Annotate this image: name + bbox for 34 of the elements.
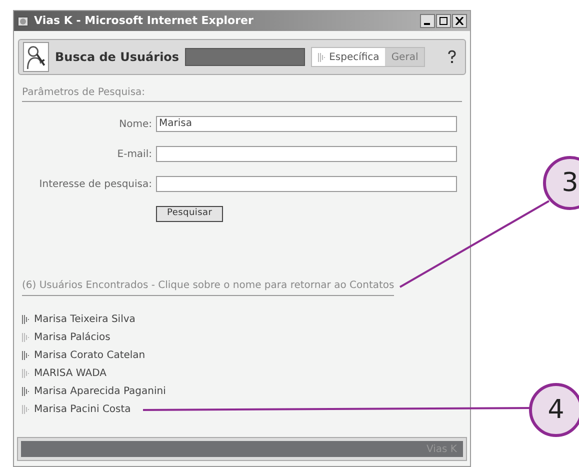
- results-heading: (6) Usuários Encontrados - Clique sobre o nome para retornar ao Contatos: [22, 278, 394, 296]
- bullet-icon: [22, 350, 30, 360]
- page-title: Busca de Usuários: [55, 49, 180, 66]
- close-button[interactable]: [452, 14, 467, 28]
- window-title: Vias K - Microsoft Internet Explorer: [34, 12, 254, 29]
- field-label: E-mail:: [116, 148, 152, 162]
- text-field[interactable]: Marisa: [156, 116, 457, 132]
- close-icon: [455, 17, 464, 25]
- minimize-button[interactable]: [420, 14, 435, 28]
- field-label: Interesse de pesquisa:: [38, 178, 152, 192]
- search-tab[interactable]: Específica: [312, 48, 386, 66]
- user-link[interactable]: Marisa Aparecida Paganini: [34, 384, 166, 399]
- bullet-icon: [22, 368, 30, 378]
- maximize-button[interactable]: [436, 14, 451, 28]
- user-key-icon: [23, 42, 49, 72]
- section-heading: Parâmetros de Pesquisa:: [22, 85, 462, 102]
- maximize-icon: [439, 17, 448, 25]
- user-link[interactable]: Marisa Pacini Costa: [34, 402, 131, 417]
- search-button[interactable]: Pesquisar: [156, 206, 224, 222]
- text-field[interactable]: [156, 146, 457, 162]
- help-icon[interactable]: [447, 50, 457, 64]
- callout-number: 4: [529, 383, 579, 437]
- text-field[interactable]: [156, 176, 457, 192]
- user-link[interactable]: Marisa Corato Catelan: [34, 348, 146, 363]
- browser-icon: [17, 14, 30, 28]
- field-label: Nome:: [118, 118, 152, 132]
- bullet-icon: [22, 332, 30, 342]
- callout-number: 3: [543, 156, 579, 210]
- user-link[interactable]: MARISA WADA: [34, 366, 106, 381]
- bullet-icon: [22, 314, 30, 324]
- user-link[interactable]: Marisa Teixeira Silva: [34, 312, 136, 327]
- user-link[interactable]: Marisa Palácios: [34, 330, 110, 345]
- bullet-icon: [22, 386, 30, 396]
- bullet-icon: [22, 404, 30, 414]
